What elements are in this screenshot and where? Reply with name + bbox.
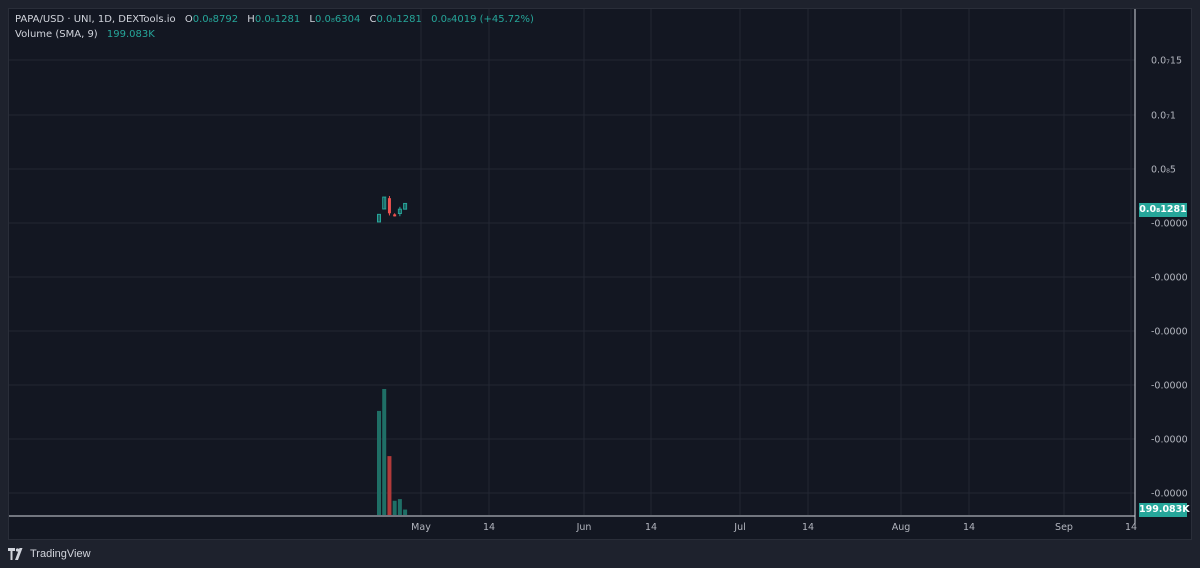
low-value: 0.0₈6304 xyxy=(314,14,361,25)
price-tick-label: -0.0000 xyxy=(1151,489,1188,500)
axes: 0.0₇15 0.0₇1 0.0₈5 -0.0000 -0.0000 -0.0000 -0.… xyxy=(9,9,1188,533)
time-tick-label: Jul xyxy=(733,522,745,533)
price-tick-label: 0.0₇15 xyxy=(1151,56,1182,67)
time-tick-label: 14 xyxy=(483,522,495,533)
close-label: C xyxy=(369,14,377,25)
current-price-tag: 0.0₈1281 xyxy=(1139,203,1187,217)
symbol-label: PAPA/USD · UNI, 1D, DEXTools.io xyxy=(15,14,176,25)
time-tick-label: 14 xyxy=(963,522,975,533)
high-value: 0.0₈1281 xyxy=(254,14,301,25)
price-tick-label: -0.0000 xyxy=(1151,381,1188,392)
candle-body xyxy=(387,198,391,214)
volume-bar xyxy=(387,456,392,515)
chart-panel[interactable]: 0.0₇15 0.0₇1 0.0₈5 -0.0000 -0.0000 -0.0000 -0.… xyxy=(8,8,1192,540)
time-tick-label: Sep xyxy=(1055,522,1073,533)
time-tick-label: 14 xyxy=(1125,522,1137,533)
grid xyxy=(9,9,1135,515)
price-tick-label: -0.0000 xyxy=(1151,273,1188,284)
open-value: 0.0₈8792 xyxy=(192,14,239,25)
volume-bar xyxy=(382,389,387,515)
time-tick-label: Jun xyxy=(576,522,592,533)
candle-body xyxy=(393,214,397,217)
volume-bars xyxy=(377,389,408,515)
price-tick-label: -0.0000 xyxy=(1151,327,1188,338)
volume-legend: Volume (SMA, 9) 199.083K xyxy=(15,29,155,40)
volume-bar xyxy=(377,410,381,515)
time-tick-label: Aug xyxy=(892,522,911,533)
change-value: 0.0₈4019 (+45.72%) xyxy=(431,14,534,25)
volume-indicator-value: 199.083K xyxy=(106,29,155,40)
branding-label: TradingView xyxy=(30,548,91,560)
price-tick-label: 0.0₇1 xyxy=(1151,111,1176,122)
volume-bar xyxy=(403,509,408,515)
open-label: O xyxy=(184,14,193,25)
time-tick-label: 14 xyxy=(645,522,657,533)
price-tick-label: 0.0₈5 xyxy=(1151,165,1176,176)
close-value: 0.0₈1281 xyxy=(376,14,422,25)
volume-bar xyxy=(397,499,402,515)
price-tick-label: -0.0000 xyxy=(1151,435,1188,446)
current-volume-tag: 199.083K xyxy=(1139,503,1190,517)
tradingview-logo-icon xyxy=(8,548,23,560)
volume-bar xyxy=(392,500,397,515)
volume-indicator-label: Volume (SMA, 9) xyxy=(15,29,98,40)
time-tick-label: May xyxy=(411,522,431,533)
chart-canvas[interactable]: 0.0₇15 0.0₇1 0.0₈5 -0.0000 -0.0000 -0.0000 -0.… xyxy=(9,9,1192,540)
time-tick-label: 14 xyxy=(802,522,814,533)
ohlc-legend: PAPA/USD · UNI, 1D, DEXTools.io O0.0₈879… xyxy=(15,14,534,25)
candles xyxy=(377,196,408,223)
high-label: H xyxy=(247,14,255,25)
tradingview-branding[interactable]: TradingView xyxy=(8,546,91,562)
price-tick-label: -0.0000 xyxy=(1151,219,1188,230)
